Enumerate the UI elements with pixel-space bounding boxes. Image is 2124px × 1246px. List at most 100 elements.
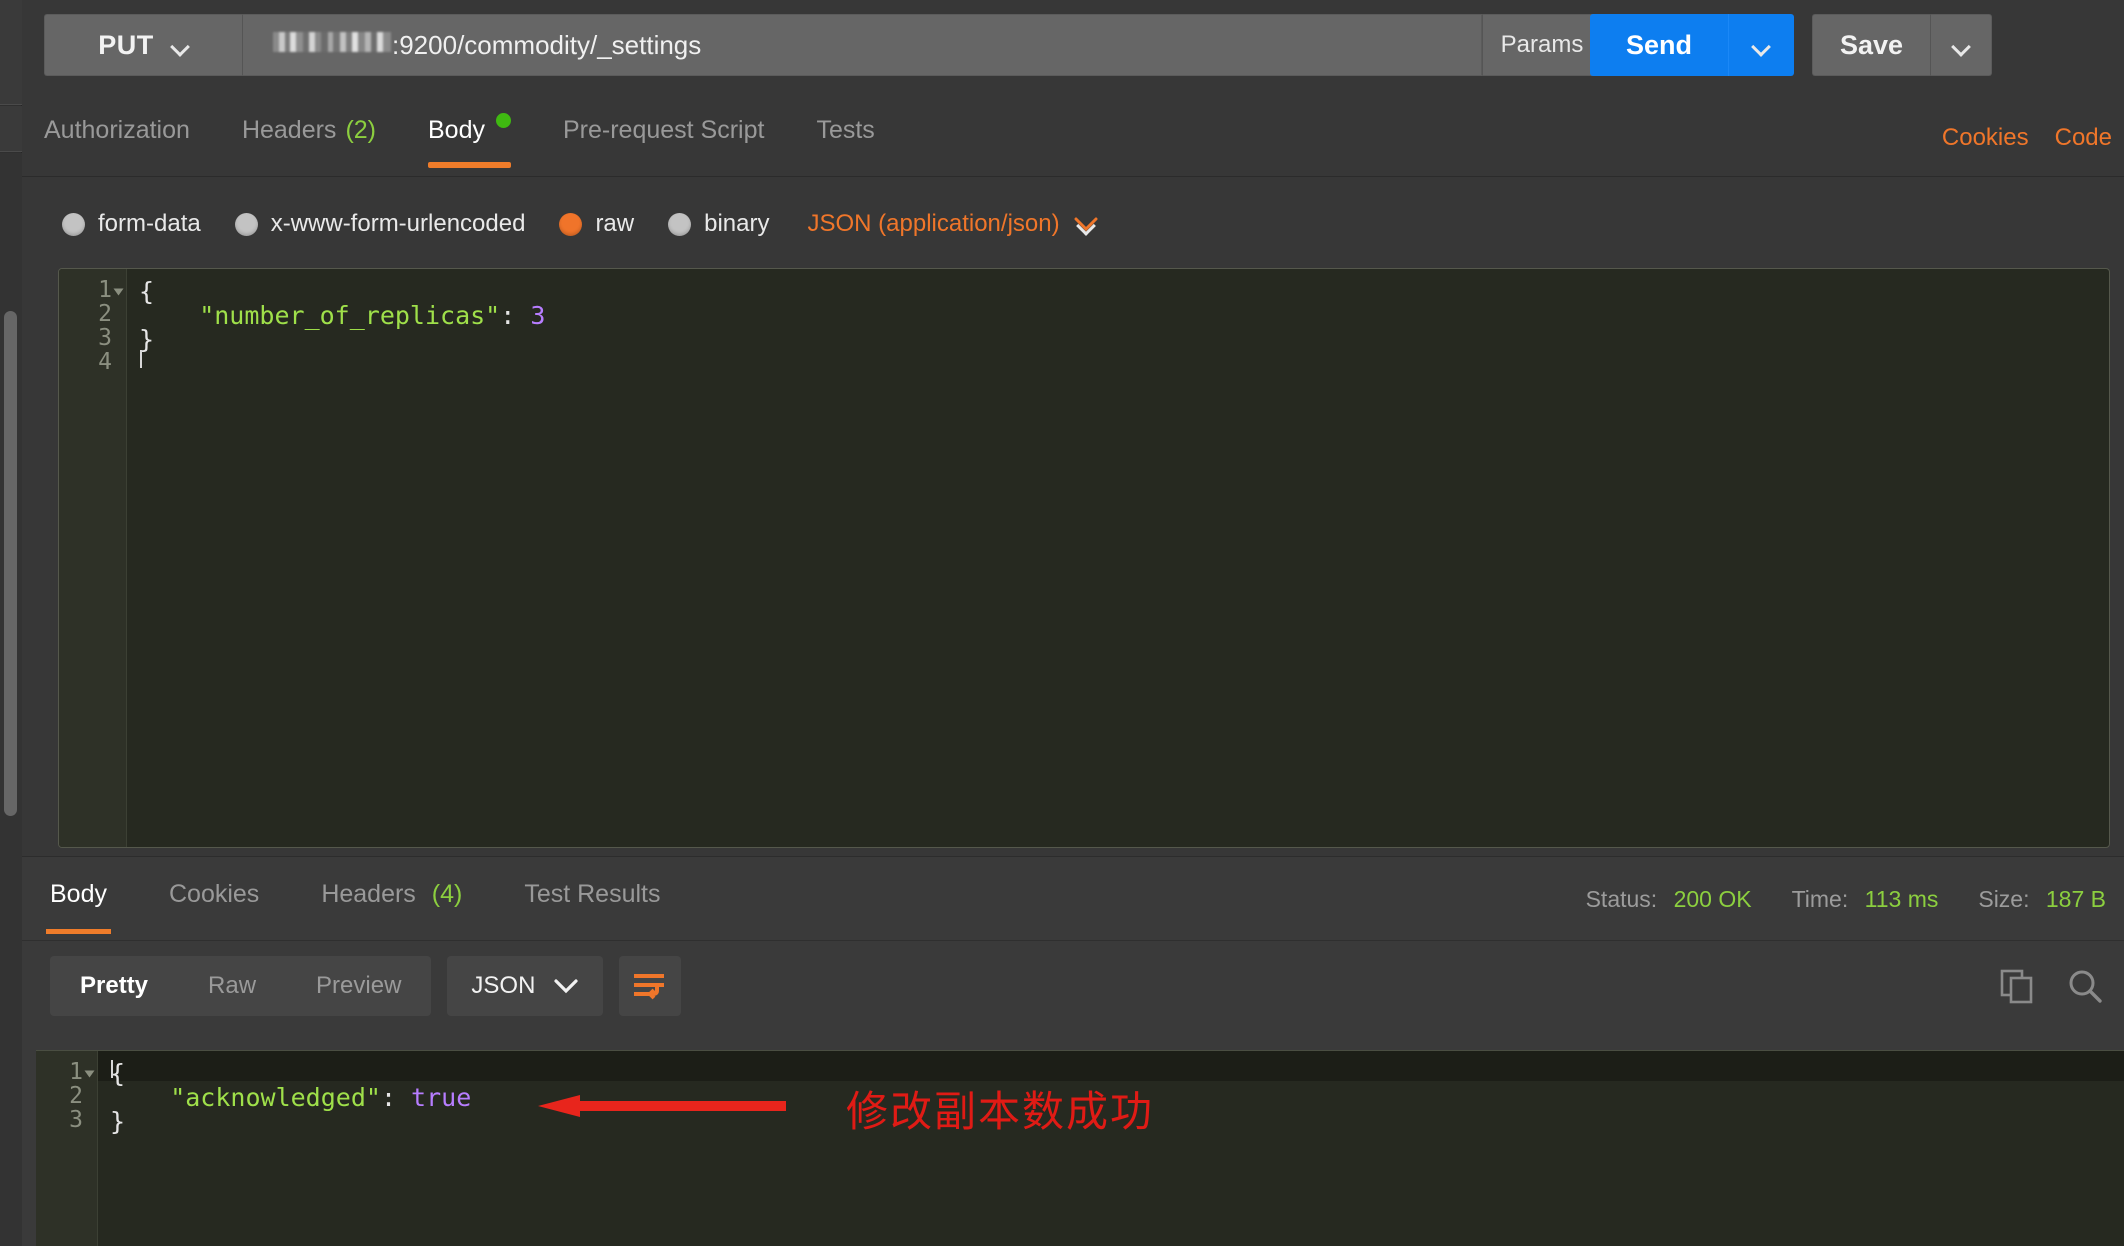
response-top-border [22, 856, 2124, 857]
fold-triangle-icon[interactable] [113, 288, 124, 296]
radio-label: x-www-form-urlencoded [270, 210, 526, 237]
view-mode-preview[interactable]: Preview [286, 956, 431, 1016]
save-options-button[interactable] [1930, 14, 1992, 76]
time-value: 113 ms [1864, 886, 1939, 912]
radio-selected-icon [559, 212, 583, 236]
view-mode-pretty[interactable]: Pretty [50, 956, 178, 1016]
code-token: : [500, 301, 531, 330]
code-token: true [411, 1083, 472, 1112]
tabs-divider [22, 176, 2124, 177]
body-present-dot-icon [495, 113, 511, 128]
size-indicator: Size: 187 B [1978, 886, 2106, 913]
code-token: "acknowledged" [110, 1083, 381, 1112]
active-tab-underline [428, 162, 511, 168]
response-format-select[interactable]: JSON [447, 956, 604, 1016]
radio-binary[interactable]: binary [668, 210, 769, 238]
line-number: 4 [98, 349, 112, 375]
line-number: 2 [69, 1083, 83, 1109]
save-button-group: Save [1812, 14, 1992, 76]
vertical-scrollbar-track[interactable] [0, 153, 22, 1246]
chevron-down-icon [1753, 40, 1770, 50]
save-button[interactable]: Save [1812, 14, 1930, 76]
tab-label: Authorization [44, 116, 190, 144]
params-label: Params [1500, 31, 1584, 58]
tab-label: Test Results [524, 880, 661, 908]
code-token: } [110, 1107, 126, 1136]
left-rail [0, 0, 22, 1246]
search-button[interactable] [2066, 967, 2104, 1005]
tab-authorization[interactable]: Authorization [44, 112, 216, 174]
cookies-link[interactable]: Cookies [1942, 124, 2029, 152]
annotation-text: 修改副本数成功 [846, 1087, 1155, 1136]
http-method-label: PUT [98, 29, 154, 60]
tab-label: Headers [241, 116, 337, 144]
radio-x-www-form-urlencoded[interactable]: x-www-form-urlencoded [234, 210, 526, 238]
url-input[interactable]: :9200/commodity/_settings [242, 14, 1482, 76]
request-pane: PUT :9200/commodity/_settings Params Sen… [22, 0, 2124, 855]
url-suffix: :9200/commodity/_settings [392, 29, 702, 60]
line-number: 1 [98, 277, 112, 303]
response-action-icons [1998, 956, 2104, 1016]
radio-icon [62, 212, 85, 236]
copy-icon [1998, 967, 2036, 1005]
radio-label: form-data [98, 210, 201, 237]
postman-window: PUT :9200/commodity/_settings Params Sen… [0, 0, 2124, 1246]
code-link[interactable]: Code [2055, 124, 2112, 152]
status-value: 200 OK [1673, 886, 1752, 912]
body-type-radio-group: form-data x-www-form-urlencoded raw bina… [62, 198, 1098, 250]
response-tab-body[interactable]: Body [36, 874, 121, 938]
response-tab-test-results[interactable]: Test Results [510, 874, 674, 938]
request-editor-gutter: 1234 [59, 269, 127, 847]
time-label: Time: [1791, 886, 1849, 912]
url-bar: PUT :9200/commodity/_settings Params [44, 14, 1602, 76]
send-button[interactable]: Send [1590, 14, 1728, 76]
copy-button[interactable] [1998, 967, 2036, 1005]
tab-label: Pre-request Script [562, 116, 765, 144]
chevron-down-icon [1953, 40, 1970, 50]
tab-body[interactable]: Body [428, 112, 537, 174]
radio-label: binary [704, 210, 770, 237]
tab-label: Cookies [168, 880, 260, 908]
radio-icon [234, 212, 258, 236]
chevron-down-icon [553, 978, 579, 994]
tab-tests[interactable]: Tests [816, 112, 900, 174]
view-mode-raw[interactable]: Raw [178, 956, 286, 1016]
size-value: 187 B [2045, 886, 2106, 912]
radio-raw[interactable]: raw [559, 210, 634, 238]
word-wrap-button[interactable] [619, 956, 682, 1016]
tab-label: Tests [816, 116, 875, 144]
send-label: Send [1625, 29, 1692, 60]
tab-pre-request-script[interactable]: Pre-request Script [563, 112, 790, 174]
response-tab-headers[interactable]: Headers (4) [307, 874, 476, 938]
search-icon [2066, 967, 2104, 1005]
view-mode-group: Pretty Raw Preview [50, 956, 432, 1016]
rail-segment-top [0, 0, 22, 105]
line-number: 1 [69, 1059, 83, 1085]
request-editor-code[interactable]: { "number_of_replicas": 3} [127, 269, 2109, 847]
status-label: Status: [1585, 886, 1658, 912]
code-token: : [380, 1083, 412, 1112]
http-method-selector[interactable]: PUT [44, 14, 242, 76]
line-number: 3 [69, 1107, 83, 1133]
chevron-down-icon [172, 40, 189, 50]
content-type-select[interactable]: JSON (application/json) [807, 210, 1098, 238]
size-label: Size: [1978, 886, 2030, 912]
fold-triangle-icon[interactable] [84, 1070, 95, 1078]
url-text: :9200/commodity/_settings [273, 30, 701, 61]
request-body-editor[interactable]: 1234 { "number_of_replicas": 3} [58, 268, 2110, 848]
params-button[interactable]: Params [1482, 14, 1602, 76]
response-meta: Status: 200 OK Time: 113 ms Size: 187 B [1586, 886, 2106, 913]
tab-label: Body [428, 116, 485, 144]
code-token: 3 [530, 301, 546, 330]
send-options-button[interactable] [1728, 14, 1794, 76]
vertical-scrollbar-thumb[interactable] [4, 311, 17, 816]
send-button-group: Send [1590, 14, 1794, 76]
response-view-toolbar: Pretty Raw Preview JSON [50, 956, 682, 1016]
radio-form-data[interactable]: form-data [62, 210, 201, 238]
tab-headers[interactable]: Headers (2) [242, 112, 402, 174]
response-tab-cookies[interactable]: Cookies [155, 874, 273, 938]
response-tabs-divider [22, 940, 2124, 941]
radio-icon [668, 212, 692, 236]
redacted-host-icon [273, 31, 391, 52]
headers-count-badge: (2) [345, 116, 376, 144]
